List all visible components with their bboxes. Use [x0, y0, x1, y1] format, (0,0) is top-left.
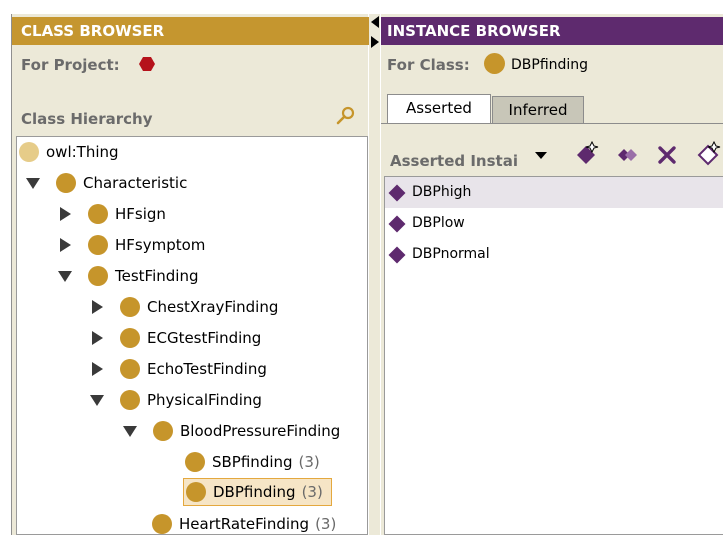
tab-inferred[interactable]: Inferred — [492, 96, 584, 123]
hexagon-project-icon — [139, 57, 155, 71]
tree-item-label: owl:Thing — [46, 143, 119, 161]
tree-item-label: EchoTestFinding — [147, 360, 267, 378]
tree-item-label: DBPfinding — [213, 483, 296, 501]
class-icon — [185, 452, 205, 472]
collapse-left-arrow-icon[interactable] — [371, 16, 379, 28]
class-icon — [484, 53, 505, 74]
class-icon — [152, 514, 172, 534]
more-actions-icon[interactable] — [695, 140, 721, 168]
panel-splitter[interactable] — [369, 14, 380, 535]
tree-item-hfsymptom[interactable]: HFsymptom — [57, 231, 205, 259]
create-instance-icon[interactable] — [575, 140, 601, 168]
tree-item-characteristic[interactable]: Characteristic — [25, 169, 187, 197]
instance-browser-panel: INSTANCE BROWSER For Class: DBPfinding A… — [381, 14, 723, 535]
class-icon — [120, 390, 140, 410]
for-class-label: For Class: — [387, 56, 470, 74]
tree-item-label: ECGtestFinding — [147, 329, 262, 347]
class-icon — [120, 328, 140, 348]
tree-item-chestxrayfinding[interactable]: ChestXrayFinding — [89, 293, 278, 321]
tree-item-label: PhysicalFinding — [147, 391, 262, 409]
tree-item-label: Characteristic — [83, 174, 188, 192]
copy-instance-icon[interactable] — [615, 140, 641, 168]
class-icon — [153, 421, 173, 441]
instance-label: DBPlow — [412, 215, 465, 231]
tree-item-owl-thing[interactable]: owl:Thing — [19, 138, 119, 166]
class-icon — [56, 173, 76, 193]
instance-count: (3) — [315, 515, 337, 533]
delete-instance-icon[interactable] — [655, 140, 681, 168]
tree-item-ecgtestfinding[interactable]: ECGtestFinding — [89, 324, 261, 352]
tree-item-sbpfinding[interactable]: SBPfinding (3) — [185, 448, 320, 476]
instance-row-dbplow[interactable]: DBPlow — [385, 208, 723, 239]
instance-icon — [388, 184, 406, 201]
tree-item-physicalfinding[interactable]: PhysicalFinding — [89, 386, 262, 414]
instance-icon — [388, 246, 406, 263]
find-class-icon[interactable] — [335, 105, 357, 127]
collapse-toggle-icon[interactable] — [89, 361, 105, 377]
instance-label: DBPhigh — [412, 184, 472, 200]
tree-item-label: HFsymptom — [115, 236, 206, 254]
class-icon — [88, 266, 108, 286]
expand-toggle-icon[interactable] — [57, 268, 73, 284]
tree-item-label: HFsign — [115, 205, 166, 223]
dropdown-arrow-icon[interactable] — [534, 140, 548, 168]
class-icon — [120, 359, 140, 379]
selected-class-name: DBPfinding — [511, 57, 589, 73]
tree-item-testfinding[interactable]: TestFinding — [57, 262, 198, 290]
tree-item-hfsign[interactable]: HFsign — [57, 200, 166, 228]
instance-label: DBPnormal — [412, 246, 490, 262]
collapse-toggle-icon[interactable] — [89, 299, 105, 315]
tree-item-bloodpressurefinding[interactable]: BloodPressureFinding — [122, 417, 340, 445]
collapse-toggle-icon[interactable] — [57, 237, 73, 253]
tree-item-label: BloodPressureFinding — [180, 422, 341, 440]
tree-item-label: HeartRateFinding — [179, 515, 310, 533]
instance-browser-header: INSTANCE BROWSER — [381, 17, 723, 45]
expand-toggle-icon[interactable] — [122, 423, 138, 439]
class-icon — [186, 482, 206, 502]
class-hierarchy-label: Class Hierarchy — [21, 110, 153, 128]
tree-item-label: ChestXrayFinding — [147, 298, 279, 316]
instance-list[interactable]: DBPhigh DBPlow DBPnormal — [384, 176, 723, 535]
tab-asserted[interactable]: Asserted — [387, 94, 491, 123]
tab-divider — [381, 123, 723, 124]
tree-item-heartratefinding[interactable]: HeartRateFinding (3) — [152, 510, 337, 534]
class-icon — [88, 204, 108, 224]
tree-item-label: SBPfinding — [212, 453, 293, 471]
tree-item-echotestfinding[interactable]: EchoTestFinding — [89, 355, 267, 383]
expand-toggle-icon[interactable] — [25, 175, 41, 191]
tree-item-label: TestFinding — [115, 267, 199, 285]
collapse-toggle-icon[interactable] — [89, 330, 105, 346]
class-icon — [88, 235, 108, 255]
class-browser-header: CLASS BROWSER — [12, 17, 369, 45]
class-icon — [19, 142, 39, 162]
class-icon — [120, 297, 140, 317]
collapse-toggle-icon[interactable] — [57, 206, 73, 222]
expand-toggle-icon[interactable] — [89, 392, 105, 408]
instance-row-dbpnormal[interactable]: DBPnormal — [385, 239, 723, 270]
for-project-label: For Project: — [21, 56, 120, 74]
tree-item-dbpfinding[interactable]: DBPfinding (3) — [183, 478, 332, 506]
class-tree[interactable]: owl:Thing Characteristic HFsign HFsympto… — [16, 136, 368, 535]
instance-count: (3) — [301, 483, 323, 501]
asserted-instances-label: Asserted Instai — [390, 152, 518, 170]
collapse-right-arrow-icon[interactable] — [371, 36, 379, 48]
class-browser-panel: CLASS BROWSER For Project: Class Hierarc… — [11, 14, 369, 535]
instance-icon — [388, 215, 406, 232]
instance-row-dbphigh[interactable]: DBPhigh — [385, 177, 723, 208]
instance-count: (3) — [298, 453, 320, 471]
